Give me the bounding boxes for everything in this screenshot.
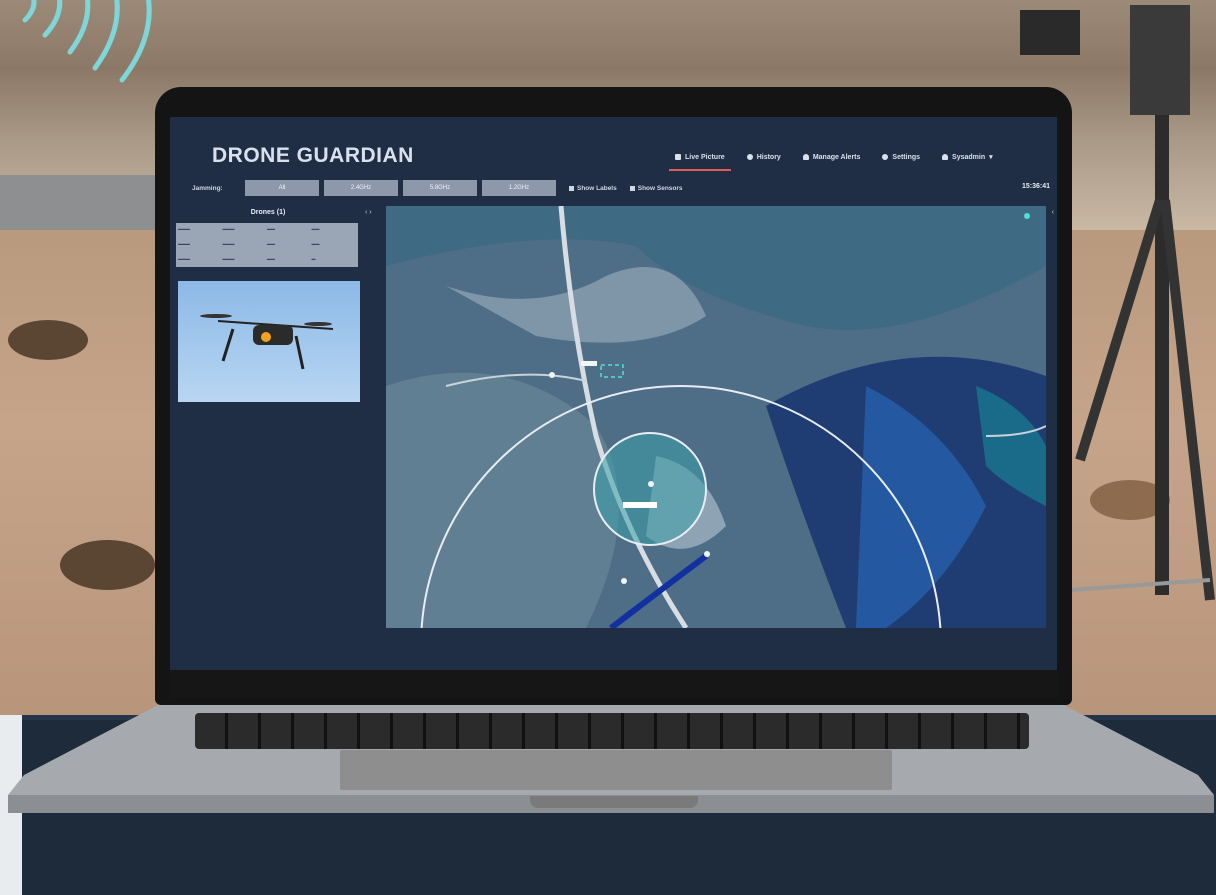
info-cell: ▬▬▬ [178,256,190,261]
show-sensors-toggle[interactable]: Show Sensors [629,184,683,192]
camera-icon [675,154,681,160]
info-cell: ▬▬▬ [178,226,190,231]
info-cell: ▬▬ [267,226,275,231]
tab-settings[interactable]: Settings [882,153,920,161]
show-sensors-label: Show Sensors [637,184,683,192]
tab-label: History [756,153,781,161]
info-cell: ▬▬▬ [178,241,190,246]
sidebar-collapse-toggle[interactable]: ‹ › [365,209,372,216]
keyboard [195,713,1029,749]
user-menu[interactable]: Sysadmin ▾ [942,153,993,161]
tab-history[interactable]: History [746,153,781,161]
info-cell: ▬▬ [267,256,275,261]
user-icon [942,154,949,160]
chevron-down-icon: ▾ [989,154,993,161]
checkbox-icon [569,185,574,191]
history-icon [746,154,753,160]
bush [60,540,155,590]
sidebar: Drones (1) ▬▬▬ ▬▬▬ ▬▬ ▬▬ ▬▬▬ ▬▬▬ ▬▬ ▬▬ ▬▬▬ ▬▬▬ ▬… [176,205,360,665]
satellite-map[interactable] [386,206,1046,628]
app-title: DRONE GUARDIAN [212,144,414,167]
jam-all-button[interactable]: All [245,180,319,196]
app-screen: DRONE GUARDIAN Live Picture History Mana… [170,117,1057,670]
checkbox-icon [629,185,635,191]
info-cell: ▬▬▬ [222,256,235,261]
info-cell: ▬▬▬ [222,226,235,231]
show-labels-label: Show Labels [577,184,617,192]
lid-notch [530,796,698,808]
map-panel-toggle[interactable]: ‹ [1052,209,1054,216]
tab-label: Manage Alerts [812,153,861,161]
jam-2-4ghz-button[interactable]: 2.4GHz [324,180,398,196]
show-labels-toggle[interactable]: Show Labels [569,185,617,192]
info-cell: ▬▬ [311,226,320,231]
jam-1-2ghz-button[interactable]: 1.2GHz [482,180,556,196]
gear-icon [882,154,889,160]
laptop-bezel [170,670,1057,698]
drone-info-table: ▬▬▬ ▬▬▬ ▬▬ ▬▬ ▬▬▬ ▬▬▬ ▬▬ ▬▬ ▬▬▬ ▬▬▬ ▬▬ ▬ [176,223,358,267]
user-label: Sysadmin [952,153,986,161]
bush [8,320,88,360]
info-cell: ▬▬ [311,241,320,246]
main-nav: Live Picture History Manage Alerts Setti… [669,153,993,171]
tab-manage-alerts[interactable]: Manage Alerts [802,153,861,161]
map-canvas[interactable] [386,206,1046,628]
clock: 15:36:41 [1021,183,1050,190]
tab-live-picture[interactable]: Live Picture [669,153,731,171]
toolbar: Jamming: All 2.4GHz 5.8GHz 1.2GHz Show L… [192,180,683,196]
info-cell: ▬▬ [267,241,275,246]
drones-heading: Drones (1) [250,209,286,216]
tab-label: Live Picture [685,153,725,161]
jam-5-8ghz-button[interactable]: 5.8GHz [403,180,477,196]
trackpad [340,750,892,790]
signal-waves-icon [22,0,152,83]
tab-label: Settings [892,153,921,161]
jamming-label: Jamming: [192,184,223,192]
bell-icon [802,154,809,160]
drone-photo [178,281,360,402]
info-cell: ▬▬▬ [222,241,235,246]
info-cell: ▬ [311,256,316,261]
drone-image [200,314,334,370]
